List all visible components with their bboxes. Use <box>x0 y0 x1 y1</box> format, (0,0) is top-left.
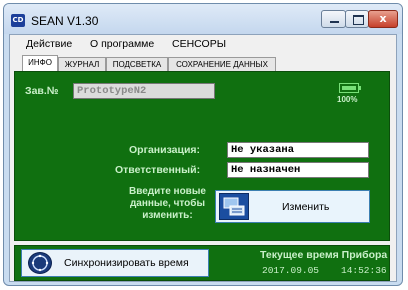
device-time-title: Текущее время Прибора <box>260 249 388 261</box>
window-title: SEAN V1.30 <box>31 14 99 28</box>
maximize-button[interactable] <box>345 10 369 28</box>
info-panel: Зав.№ PrototypeN2 100% Организация: Не у… <box>14 71 390 241</box>
minimize-icon <box>330 21 339 23</box>
org-field[interactable]: Не указана <box>227 142 369 158</box>
device-time: 14:52:36 <box>341 265 387 276</box>
time-panel: Синхронизировать время Текущее время При… <box>14 245 390 281</box>
minimize-button[interactable] <box>321 10 346 28</box>
org-label: Организация: <box>129 144 201 156</box>
serial-field[interactable]: PrototypeN2 <box>73 83 215 99</box>
prompt-line-2: данные, чтобы <box>129 198 205 209</box>
battery-icon <box>339 83 359 93</box>
title-bar[interactable]: CD SEAN V1.30 x <box>4 4 402 34</box>
maximize-icon <box>353 15 364 25</box>
tab-info[interactable]: ИНФО <box>22 55 58 72</box>
battery-tip <box>359 86 361 90</box>
battery-percent: 100% <box>337 95 358 104</box>
close-icon: x <box>379 12 387 25</box>
battery-fill <box>342 86 356 90</box>
tab-save-data[interactable]: СОХРАНЕНИЕ ДАННЫХ <box>168 57 276 71</box>
menu-item-about[interactable]: О программе <box>90 38 154 50</box>
client-area: Действие О программе СЕНСОРЫ ИНФО ЖУРНАЛ… <box>9 34 397 282</box>
device-date: 2017.09.05 <box>262 265 320 276</box>
tab-backlight[interactable]: ПОДСВЕТКА <box>106 57 168 71</box>
resp-label: Ответственный: <box>115 164 201 176</box>
app-icon: CD <box>11 14 25 27</box>
tab-strip: ИНФО ЖУРНАЛ ПОДСВЕТКА СОХРАНЕНИЕ ДАННЫХ <box>10 55 396 72</box>
resp-field[interactable]: Не назначен <box>227 162 369 178</box>
sync-time-label: Синхронизировать время <box>64 257 189 269</box>
change-prompt: Введите новые данные, чтобы изменить: <box>129 186 206 222</box>
close-button[interactable]: x <box>368 10 398 28</box>
menu-bar: Действие О программе СЕНСОРЫ <box>10 35 396 53</box>
prompt-line-1: Введите новые <box>129 186 206 197</box>
tab-journal[interactable]: ЖУРНАЛ <box>58 57 106 71</box>
menu-item-sensors[interactable]: СЕНСОРЫ <box>172 38 226 50</box>
app-window: CD SEAN V1.30 x Действие О программе СЕН… <box>3 3 403 286</box>
clock-sync-icon <box>28 252 52 274</box>
serial-label: Зав.№ <box>25 85 59 97</box>
prompt-line-3: изменить: <box>142 210 193 221</box>
change-button-label: Изменить <box>282 201 330 213</box>
change-button[interactable]: Изменить <box>215 190 370 223</box>
edit-document-icon <box>219 193 249 220</box>
sync-time-button[interactable]: Синхронизировать время <box>21 249 209 277</box>
menu-item-action[interactable]: Действие <box>26 38 72 50</box>
